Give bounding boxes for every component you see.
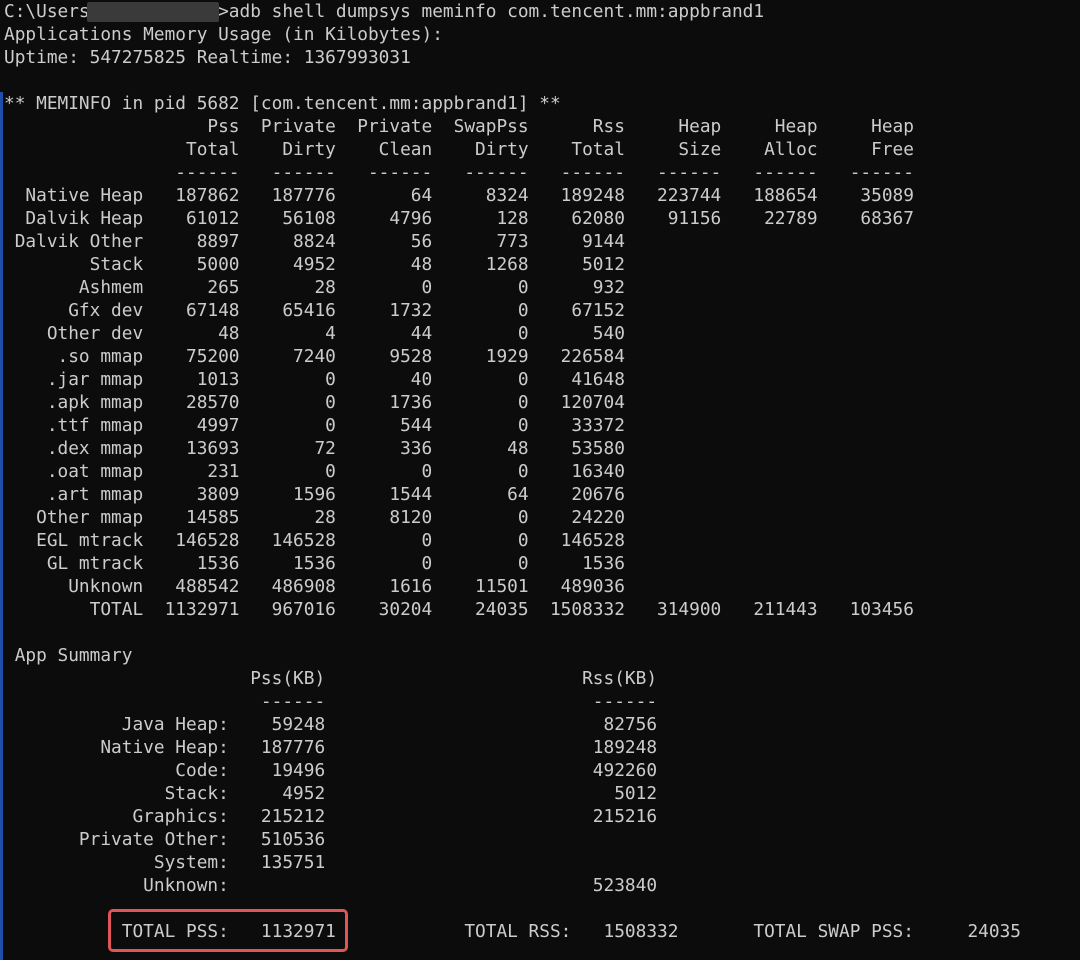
terminal-line: Pss Private Private SwapPss Rss Heap Hea… <box>4 116 914 137</box>
terminal-line: App Summary <box>4 645 133 666</box>
terminal-line: Dalvik Other 8897 8824 56 773 9144 <box>4 231 625 252</box>
total-pss-highlight <box>108 909 348 952</box>
terminal-line: .oat mmap 231 0 0 0 16340 <box>4 461 625 482</box>
terminal-line: Native Heap 187862 187776 64 8324 189248… <box>4 185 914 206</box>
terminal-line: .ttf mmap 4997 0 544 0 33372 <box>4 415 625 436</box>
terminal-line: .art mmap 3809 1596 1544 64 20676 <box>4 484 625 505</box>
selection-edge-marker <box>0 92 3 960</box>
terminal-window[interactable]: C:\Users\ >adb shell dumpsys meminfo com… <box>0 0 1080 960</box>
terminal-line: Unknown 488542 486908 1616 11501 489036 <box>4 576 625 597</box>
terminal-line: Applications Memory Usage (in Kilobytes)… <box>4 24 443 45</box>
terminal-line: Graphics: 215212 215216 <box>4 806 658 827</box>
terminal-line: Native Heap: 187776 189248 <box>4 737 658 758</box>
terminal-line: Total Dirty Clean Dirty Total Size Alloc… <box>4 139 914 160</box>
terminal-line: Unknown: 523840 <box>4 875 658 896</box>
terminal-line: Gfx dev 67148 65416 1732 0 67152 <box>4 300 625 321</box>
terminal-line: Other mmap 14585 28 8120 0 24220 <box>4 507 625 528</box>
terminal-line: .apk mmap 28570 0 1736 0 120704 <box>4 392 625 413</box>
terminal-output: C:\Users\ >adb shell dumpsys meminfo com… <box>4 0 1021 943</box>
terminal-line: Uptime: 547275825 Realtime: 1367993031 <box>4 47 411 68</box>
terminal-line: .dex mmap 13693 72 336 48 53580 <box>4 438 625 459</box>
terminal-line: ------ ------ <box>4 691 658 712</box>
terminal-line: Code: 19496 492260 <box>4 760 658 781</box>
terminal-line: .so mmap 75200 7240 9528 1929 226584 <box>4 346 625 367</box>
terminal-line: Ashmem 265 28 0 0 932 <box>4 277 625 298</box>
terminal-line: EGL mtrack 146528 146528 0 0 146528 <box>4 530 625 551</box>
terminal-line: ------ ------ ------ ------ ------ -----… <box>4 162 914 183</box>
terminal-line: System: 135751 <box>4 852 326 873</box>
terminal-line: ** MEMINFO in pid 5682 [com.tencent.mm:a… <box>4 93 561 114</box>
terminal-line: .jar mmap 1013 0 40 0 41648 <box>4 369 625 390</box>
redacted-username <box>87 2 219 22</box>
terminal-line: Java Heap: 59248 82756 <box>4 714 658 735</box>
terminal-line: TOTAL 1132971 967016 30204 24035 1508332… <box>4 599 914 620</box>
terminal-line: Stack 5000 4952 48 1268 5012 <box>4 254 625 275</box>
terminal-line: Pss(KB) Rss(KB) <box>4 668 658 689</box>
terminal-line: Dalvik Heap 61012 56108 4796 128 62080 9… <box>4 208 914 229</box>
terminal-line: GL mtrack 1536 1536 0 0 1536 <box>4 553 625 574</box>
terminal-line: Other dev 48 4 44 0 540 <box>4 323 625 344</box>
terminal-line: Stack: 4952 5012 <box>4 783 658 804</box>
terminal-line: Private Other: 510536 <box>4 829 326 850</box>
